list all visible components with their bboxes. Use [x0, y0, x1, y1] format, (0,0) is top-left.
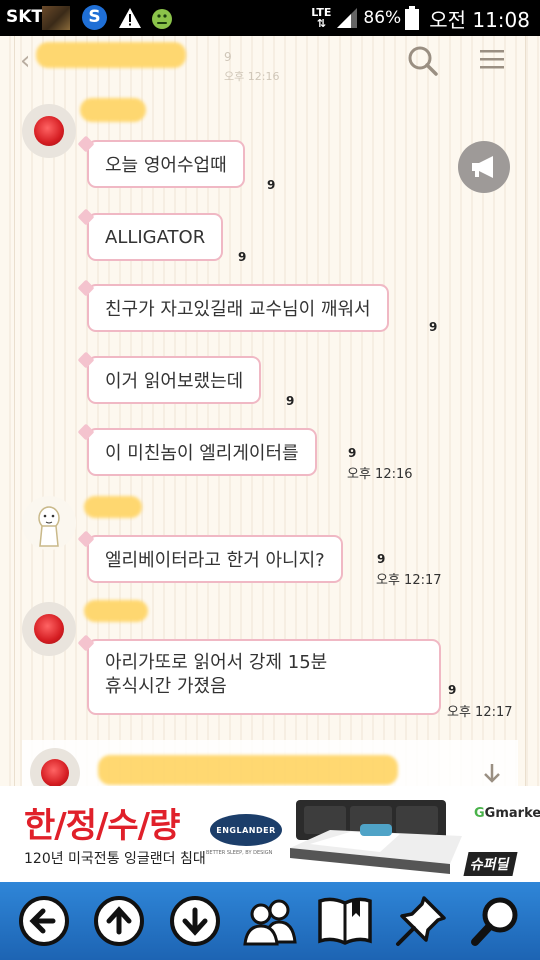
avatar[interactable] — [22, 104, 76, 158]
chat-header: ‹ 9 오후 12:16 — [14, 36, 526, 92]
redacted-sender-name — [80, 98, 146, 122]
status-right-group: LTE ⇅ 86% 오전 11:08 — [311, 5, 530, 32]
redacted-sender-name — [84, 600, 148, 622]
redacted-sender-name — [84, 496, 142, 518]
ad-title: 한/정/수/량 — [24, 806, 180, 846]
up-arrow-icon — [94, 896, 145, 946]
ad-brand-tagline: BETTER SLEEP, BY DESIGN — [206, 850, 273, 856]
message-bubble[interactable]: 아리가또로 읽어서 강제 15분 휴식시간 가졌음 — [87, 639, 441, 715]
scroll-down-icon[interactable] — [482, 761, 502, 785]
message-bubble[interactable]: 엘리베이터라고 한거 아니지? — [87, 535, 343, 583]
down-arrow-icon — [169, 896, 220, 946]
book-icon — [318, 897, 373, 945]
ad-brand-logo: ENGLANDER — [210, 814, 282, 846]
battery-percent: 86% — [363, 8, 402, 28]
message-bubble[interactable]: 이거 읽어보랬는데 — [87, 356, 262, 404]
search-icon — [471, 897, 518, 946]
ad-subtitle: 120년 미국전통 잉글랜더 침대 — [24, 851, 206, 867]
network-indicator: LTE ⇅ — [311, 6, 332, 30]
carrier-label: SKT — [6, 7, 44, 27]
message-time: 오후 12:17 — [447, 705, 513, 720]
back-arrow-icon — [18, 896, 69, 946]
read-count: 9 — [348, 446, 357, 460]
notification-thumbnail-icon — [42, 6, 70, 30]
message-text: 엘리베이터라고 한거 아니지? — [105, 550, 325, 571]
bed-image — [290, 800, 462, 874]
bottom-toolbar — [0, 882, 540, 960]
signal-icon — [337, 8, 358, 28]
menu-icon[interactable] — [478, 46, 506, 72]
read-count: 9 — [448, 683, 457, 697]
message-text-line: 아리가또로 읽어서 강제 15분 — [105, 652, 328, 673]
pin-button[interactable] — [392, 892, 450, 950]
faint-timestamp: 오후 12:16 — [224, 70, 280, 83]
search-icon[interactable] — [406, 44, 440, 78]
megaphone-button[interactable] — [458, 141, 510, 193]
message-text: ALLIGATOR — [105, 226, 206, 248]
redacted-room-name — [36, 42, 186, 68]
avatar[interactable] — [22, 496, 76, 550]
users-button[interactable] — [241, 892, 299, 950]
read-count: 9 — [286, 394, 295, 408]
battery-icon — [405, 6, 420, 30]
status-clock: 오전 11:08 — [429, 7, 530, 32]
users-icon — [243, 899, 297, 946]
pin-icon — [395, 896, 446, 946]
megaphone-icon — [472, 156, 493, 178]
read-count: 9 — [429, 320, 438, 334]
message-text: 이거 읽어보랬는데 — [105, 371, 244, 392]
character-avatar-icon — [38, 506, 60, 547]
gmarket-logo: GGmarket — [474, 806, 540, 821]
redacted-preview-text — [98, 755, 398, 785]
message-text: 오늘 영어수업때 — [105, 155, 227, 176]
member-count: 9 — [224, 50, 232, 64]
message-text-line: 휴식시간 가졌음 — [105, 676, 227, 697]
book-button[interactable] — [316, 892, 374, 950]
back-arrow-button[interactable] — [15, 892, 73, 950]
avatar[interactable] — [22, 602, 76, 656]
back-button[interactable]: ‹ — [20, 46, 30, 76]
s-app-notification-icon: S — [82, 5, 107, 30]
up-arrow-button[interactable] — [90, 892, 148, 950]
message-time: 오후 12:16 — [347, 467, 413, 482]
read-count: 9 — [377, 552, 386, 566]
read-count: 9 — [267, 178, 276, 192]
message-time: 오후 12:17 — [376, 573, 442, 588]
message-bubble[interactable]: 오늘 영어수업때 — [87, 140, 245, 188]
message-bubble[interactable]: 이 미친놈이 엘리게이터를 — [87, 428, 317, 476]
android-notification-icon — [152, 9, 172, 29]
super-deal-badge: 슈퍼딜 — [463, 852, 518, 876]
down-arrow-button[interactable] — [166, 892, 224, 950]
warning-icon — [119, 8, 141, 28]
status-bar: SKT S LTE ⇅ 86% 오전 11:08 — [0, 0, 540, 36]
message-text: 친구가 자고있길래 교수님이 깨워서 — [105, 299, 371, 320]
message-bubble[interactable]: ALLIGATOR — [87, 213, 224, 261]
ad-banner[interactable]: 한/정/수/량 120년 미국전통 잉글랜더 침대 ENGLANDER BETT… — [0, 786, 540, 882]
message-text: 이 미친놈이 엘리게이터를 — [105, 443, 299, 464]
message-bubble[interactable]: 친구가 자고있길래 교수님이 깨워서 — [87, 284, 389, 332]
chat-area[interactable]: ‹ 9 오후 12:16 오늘 영어수업때 9 ALLIGATOR 9 친구가 … — [0, 36, 540, 786]
read-count: 9 — [238, 250, 247, 264]
search-button[interactable] — [467, 892, 525, 950]
